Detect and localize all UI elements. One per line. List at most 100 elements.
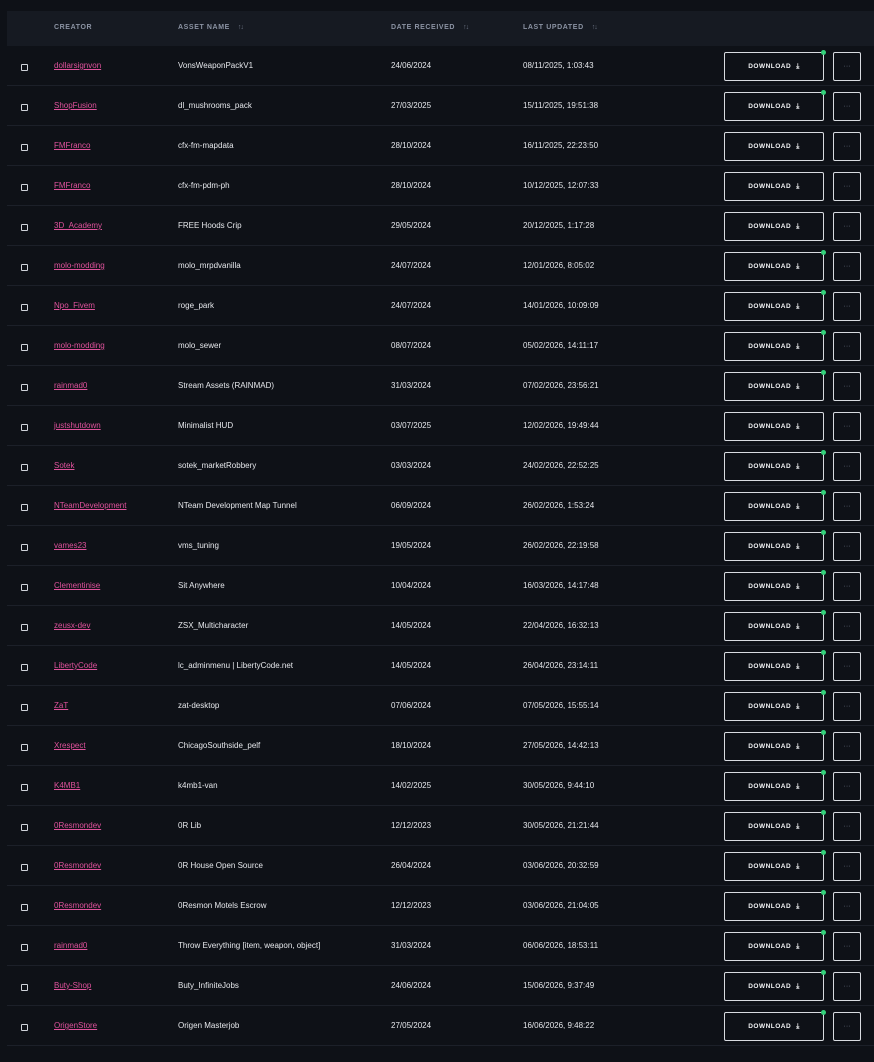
more-options-button[interactable]: ···: [833, 492, 861, 521]
creator-link[interactable]: OrigenStore: [54, 1021, 97, 1030]
creator-link[interactable]: rainmad0: [54, 941, 87, 950]
download-button[interactable]: DOWNLOAD ⤓: [724, 690, 826, 721]
more-options-button[interactable]: ···: [833, 852, 861, 881]
creator-link[interactable]: 0Resmondev: [54, 821, 101, 830]
row-checkbox[interactable]: [21, 264, 28, 271]
download-button[interactable]: DOWNLOAD ⤓: [724, 370, 826, 401]
download-button[interactable]: DOWNLOAD ⤓: [724, 730, 826, 761]
creator-link[interactable]: 0Resmondev: [54, 861, 101, 870]
creator-link[interactable]: FMFranco: [54, 181, 90, 190]
more-options-button[interactable]: ···: [833, 372, 861, 401]
creator-link[interactable]: ZaT: [54, 701, 68, 710]
row-checkbox[interactable]: [21, 184, 28, 191]
row-checkbox[interactable]: [21, 104, 28, 111]
creator-link[interactable]: 0Resmondev: [54, 901, 101, 910]
row-checkbox[interactable]: [21, 384, 28, 391]
row-checkbox[interactable]: [21, 544, 28, 551]
creator-link[interactable]: ShopFusion: [54, 101, 97, 110]
row-checkbox[interactable]: [21, 304, 28, 311]
row-checkbox[interactable]: [21, 344, 28, 351]
download-button[interactable]: DOWNLOAD ⤓: [724, 330, 826, 361]
creator-link[interactable]: vames23: [54, 541, 86, 550]
more-options-button[interactable]: ···: [833, 812, 861, 841]
more-options-button[interactable]: ···: [833, 892, 861, 921]
creator-link[interactable]: Sotek: [54, 461, 74, 470]
row-checkbox[interactable]: [21, 224, 28, 231]
download-button[interactable]: DOWNLOAD ⤓: [724, 770, 826, 801]
download-button[interactable]: DOWNLOAD ⤓: [724, 50, 826, 81]
more-options-button[interactable]: ···: [833, 972, 861, 1001]
download-button[interactable]: DOWNLOAD ⤓: [724, 250, 826, 281]
creator-link[interactable]: K4MB1: [54, 781, 80, 790]
more-options-button[interactable]: ···: [833, 132, 861, 161]
creator-link[interactable]: LibertyCode: [54, 661, 97, 670]
download-button[interactable]: DOWNLOAD ⤓: [724, 90, 826, 121]
creator-link[interactable]: molo-modding: [54, 341, 105, 350]
row-checkbox[interactable]: [21, 664, 28, 671]
row-checkbox[interactable]: [21, 504, 28, 511]
download-button[interactable]: DOWNLOAD ⤓: [724, 212, 824, 241]
more-options-button[interactable]: ···: [833, 532, 861, 561]
row-checkbox[interactable]: [21, 864, 28, 871]
download-button[interactable]: DOWNLOAD ⤓: [724, 650, 826, 681]
more-options-button[interactable]: ···: [833, 252, 861, 281]
download-button[interactable]: DOWNLOAD ⤓: [724, 850, 826, 881]
more-options-button[interactable]: ···: [833, 332, 861, 361]
row-checkbox[interactable]: [21, 144, 28, 151]
creator-link[interactable]: justshutdown: [54, 421, 101, 430]
download-button[interactable]: DOWNLOAD ⤓: [724, 530, 826, 561]
row-checkbox[interactable]: [21, 464, 28, 471]
creator-link[interactable]: FMFranco: [54, 141, 90, 150]
creator-link[interactable]: Clementinise: [54, 581, 100, 590]
more-options-button[interactable]: ···: [833, 612, 861, 641]
download-button[interactable]: DOWNLOAD ⤓: [724, 412, 824, 441]
creator-link[interactable]: 3D_Academy: [54, 221, 102, 230]
column-header-date-received[interactable]: DATE RECEIVED ↑↓: [391, 24, 469, 31]
row-checkbox[interactable]: [21, 584, 28, 591]
more-options-button[interactable]: ···: [833, 172, 861, 201]
row-checkbox[interactable]: [21, 1024, 28, 1031]
creator-link[interactable]: zeusx-dev: [54, 621, 90, 630]
creator-link[interactable]: dollarsignvon: [54, 61, 101, 70]
download-button[interactable]: DOWNLOAD ⤓: [724, 490, 826, 521]
creator-link[interactable]: Buty-Shop: [54, 981, 91, 990]
creator-link[interactable]: Npo_Fivem: [54, 301, 95, 310]
download-button[interactable]: DOWNLOAD ⤓: [724, 1010, 826, 1041]
download-button[interactable]: DOWNLOAD ⤓: [724, 132, 824, 161]
sort-icon[interactable]: ↑↓: [463, 24, 469, 31]
more-options-button[interactable]: ···: [833, 452, 861, 481]
more-options-button[interactable]: ···: [833, 92, 861, 121]
row-checkbox[interactable]: [21, 824, 28, 831]
more-options-button[interactable]: ···: [833, 1012, 861, 1041]
more-options-button[interactable]: ···: [833, 52, 861, 81]
more-options-button[interactable]: ···: [833, 772, 861, 801]
more-options-button[interactable]: ···: [833, 412, 861, 441]
more-options-button[interactable]: ···: [833, 652, 861, 681]
download-button[interactable]: DOWNLOAD ⤓: [724, 290, 826, 321]
creator-link[interactable]: NTeamDevelopment: [54, 501, 126, 510]
creator-link[interactable]: rainmad0: [54, 381, 87, 390]
download-button[interactable]: DOWNLOAD ⤓: [724, 172, 824, 201]
creator-link[interactable]: Xrespect: [54, 741, 86, 750]
more-options-button[interactable]: ···: [833, 572, 861, 601]
column-header-creator[interactable]: CREATOR: [54, 24, 92, 31]
download-button[interactable]: DOWNLOAD ⤓: [724, 450, 826, 481]
download-button[interactable]: DOWNLOAD ⤓: [724, 610, 826, 641]
row-checkbox[interactable]: [21, 984, 28, 991]
more-options-button[interactable]: ···: [833, 692, 861, 721]
row-checkbox[interactable]: [21, 704, 28, 711]
download-button[interactable]: DOWNLOAD ⤓: [724, 810, 826, 841]
column-header-asset-name[interactable]: ASSET NAME ↑↓: [178, 24, 244, 31]
row-checkbox[interactable]: [21, 944, 28, 951]
creator-link[interactable]: molo-modding: [54, 261, 105, 270]
download-button[interactable]: DOWNLOAD ⤓: [724, 930, 826, 961]
download-button[interactable]: DOWNLOAD ⤓: [724, 970, 826, 1001]
row-checkbox[interactable]: [21, 744, 28, 751]
download-button[interactable]: DOWNLOAD ⤓: [724, 890, 826, 921]
more-options-button[interactable]: ···: [833, 732, 861, 761]
sort-icon[interactable]: ↑↓: [592, 24, 598, 31]
sort-icon[interactable]: ↑↓: [238, 24, 244, 31]
download-button[interactable]: DOWNLOAD ⤓: [724, 570, 826, 601]
row-checkbox[interactable]: [21, 904, 28, 911]
column-header-last-updated[interactable]: LAST UPDATED ↑↓: [523, 24, 598, 31]
